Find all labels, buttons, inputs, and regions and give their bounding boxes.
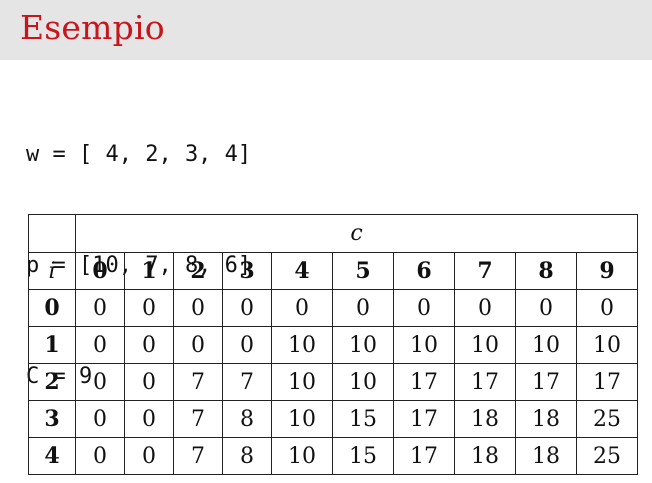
table-cell: 0 <box>75 326 125 364</box>
table-cell: 18 <box>515 437 577 475</box>
table-cell: 0 <box>75 289 125 327</box>
table-row: 3 0 0 7 8 10 15 17 18 18 25 <box>28 400 638 438</box>
table-cell: 0 <box>393 289 455 327</box>
capacity-header-cell: 9 <box>576 252 638 290</box>
capacity-header-cell: 3 <box>222 252 272 290</box>
table-cell: 17 <box>515 363 577 401</box>
table-cell: 0 <box>124 437 174 475</box>
table-cell: 17 <box>393 437 455 475</box>
table-cell: 0 <box>515 289 577 327</box>
table-cell: 25 <box>576 400 638 438</box>
table-row: 2 0 0 7 7 10 10 17 17 17 17 <box>28 363 638 401</box>
table-cell: 10 <box>271 437 333 475</box>
title-bar: Esempio <box>0 0 652 60</box>
dp-table: c i 0 1 2 3 4 5 6 7 8 9 0 0 0 0 0 0 0 0 0 0 0 1 0 0 0 0 10 10 10 10 10 1… <box>28 214 638 475</box>
table-row: 1 0 0 0 0 10 10 10 10 10 10 <box>28 326 638 364</box>
table-cell: 0 <box>75 363 125 401</box>
table-cell: 0 <box>173 326 223 364</box>
capacity-header-cell: 8 <box>515 252 577 290</box>
item-label: i <box>28 252 76 290</box>
table-cell: 18 <box>454 437 516 475</box>
table-cell: 7 <box>222 363 272 401</box>
capacity-header-cell: 6 <box>393 252 455 290</box>
table-cell: 10 <box>393 326 455 364</box>
capacity-header-row: i0123456789 <box>28 252 638 290</box>
item-index-cell: 4 <box>28 437 76 475</box>
table-cell: 8 <box>222 437 272 475</box>
table-cell: 0 <box>173 289 223 327</box>
table-cell: 0 <box>124 363 174 401</box>
table-cell: 10 <box>454 326 516 364</box>
table-cell: 0 <box>576 289 638 327</box>
table-cell: 7 <box>173 400 223 438</box>
table-cell: 10 <box>271 400 333 438</box>
item-index-cell: 0 <box>28 289 76 327</box>
capacity-header-cell: 1 <box>124 252 174 290</box>
table-cell: 17 <box>576 363 638 401</box>
table-cell: 10 <box>271 363 333 401</box>
table-cell: 25 <box>576 437 638 475</box>
capacity-caption-row: c <box>28 214 638 253</box>
table-cell: 7 <box>173 363 223 401</box>
item-index-cell: 2 <box>28 363 76 401</box>
table-cell: 17 <box>454 363 516 401</box>
item-index-cell: 1 <box>28 326 76 364</box>
table-cell: 0 <box>271 289 333 327</box>
table-cell: 0 <box>124 326 174 364</box>
table-cell: 18 <box>454 400 516 438</box>
code-line-weights: w = [ 4, 2, 3, 4] <box>26 142 252 167</box>
table-cell: 0 <box>75 400 125 438</box>
table-row: 4 0 0 7 8 10 15 17 18 18 25 <box>28 437 638 475</box>
item-index-cell: 3 <box>28 400 76 438</box>
capacity-header-cell: 7 <box>454 252 516 290</box>
table-cell: 17 <box>393 363 455 401</box>
corner-cell <box>28 214 76 253</box>
capacity-header-cell: 2 <box>173 252 223 290</box>
table-cell: 15 <box>332 437 394 475</box>
capacity-header-cell: 5 <box>332 252 394 290</box>
table-cell: 15 <box>332 400 394 438</box>
table-row: 00000000000 <box>28 289 638 327</box>
table-cell: 0 <box>222 326 272 364</box>
capacity-header-cell: 0 <box>75 252 125 290</box>
table-cell: 0 <box>124 400 174 438</box>
table-cell: 0 <box>124 289 174 327</box>
table-cell: 10 <box>332 363 394 401</box>
table-cell: 18 <box>515 400 577 438</box>
table-cell: 7 <box>173 437 223 475</box>
table-cell: 0 <box>75 437 125 475</box>
table-cell: 10 <box>515 326 577 364</box>
capacity-header-cell: 4 <box>271 252 333 290</box>
table-cell: 0 <box>222 289 272 327</box>
slide-title: Esempio <box>20 8 165 47</box>
table-cell: 8 <box>222 400 272 438</box>
table-cell: 0 <box>332 289 394 327</box>
table-cell: 10 <box>576 326 638 364</box>
table-cell: 17 <box>393 400 455 438</box>
capacity-label: c <box>75 214 638 253</box>
table-cell: 10 <box>271 326 333 364</box>
table-cell: 10 <box>332 326 394 364</box>
table-cell: 0 <box>454 289 516 327</box>
